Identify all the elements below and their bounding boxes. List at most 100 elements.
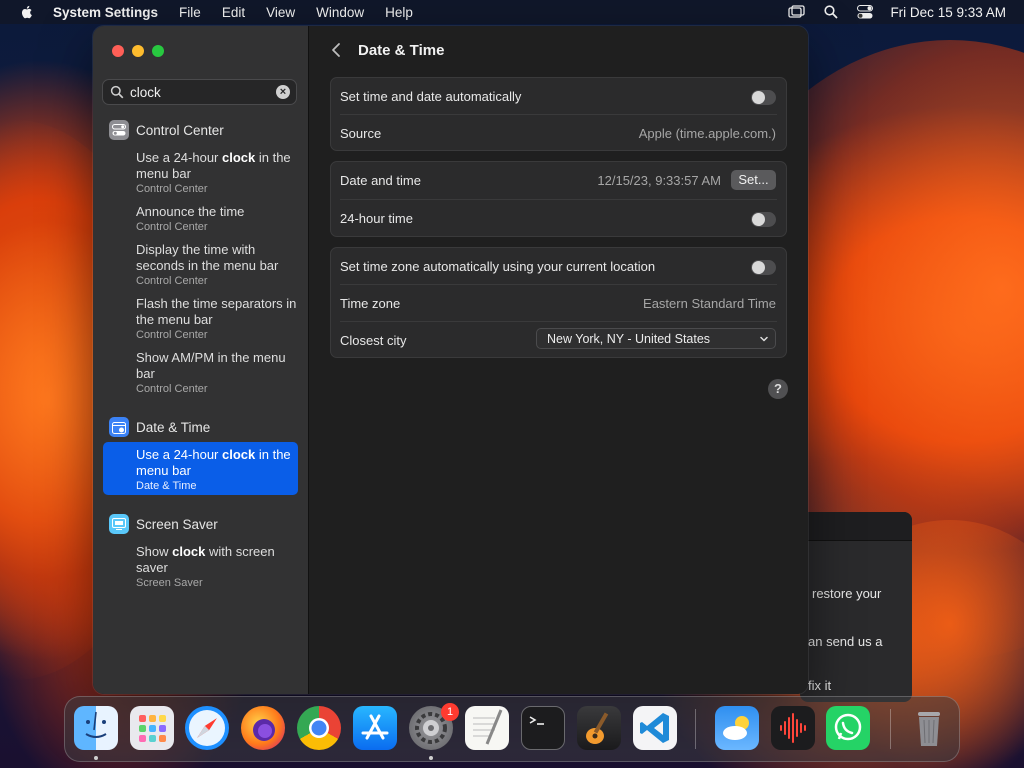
set-date-time-button[interactable]: Set...: [731, 170, 776, 190]
menu-file[interactable]: File: [179, 5, 201, 20]
search-result-item-selected[interactable]: Use a 24-hour clock in the menu bar Date…: [136, 447, 301, 493]
sidebar-category-label: Control Center: [136, 122, 224, 138]
row-set-time-automatically: Set time and date automatically: [331, 78, 786, 115]
dock-textedit-icon[interactable]: [465, 706, 509, 750]
result-text: Show AM/PM in the menu bar: [136, 350, 286, 381]
back-chevron-icon[interactable]: [329, 42, 343, 58]
chevron-down-icon: [760, 336, 768, 342]
result-subtitle: Control Center: [136, 383, 208, 395]
page-title: Date & Time: [358, 42, 445, 59]
date-time-icon: [109, 417, 129, 437]
help-button[interactable]: ?: [768, 379, 788, 399]
24-hour-time-toggle[interactable]: [751, 212, 776, 227]
toggle-knob: [752, 213, 765, 226]
dock-vscode-icon[interactable]: [633, 706, 677, 750]
spotlight-search-icon[interactable]: [822, 4, 840, 20]
row-24-hour-time: 24-hour time: [331, 200, 786, 237]
dock-garageband-icon[interactable]: [577, 706, 621, 750]
row-date-and-time: Date and time 12/15/23, 9:33:57 AM Set..…: [331, 162, 786, 199]
menu-help[interactable]: Help: [385, 5, 413, 20]
menu-edit[interactable]: Edit: [222, 5, 245, 20]
closest-city-select[interactable]: New York, NY - United States: [536, 328, 776, 349]
result-text: Announce the time: [136, 204, 245, 219]
dock-safari-icon[interactable]: [185, 706, 229, 750]
sidebar: clock × Control Center Use a 24-hour clo…: [93, 26, 309, 694]
dock-app-store-icon[interactable]: [353, 706, 397, 750]
result-subtitle: Date & Time: [136, 480, 197, 492]
search-result-item[interactable]: Flash the time separators in the menu ba…: [136, 296, 301, 342]
settings-group-date-time: Date and time 12/15/23, 9:33:57 AM Set..…: [330, 161, 787, 237]
background-window-text: fix it: [808, 678, 832, 693]
dock-trash-icon[interactable]: [907, 706, 951, 750]
sidebar-category-date-time[interactable]: Date & Time: [109, 417, 210, 437]
menu-bar-clock[interactable]: Fri Dec 15 9:33 AM: [890, 5, 1006, 20]
search-result-item[interactable]: Display the time with seconds in the men…: [136, 242, 301, 288]
result-subtitle: Control Center: [136, 221, 208, 233]
search-input[interactable]: clock: [130, 85, 161, 100]
search-result-item[interactable]: Use a 24-hour clock in the menu bar Cont…: [136, 150, 301, 196]
row-closest-city: Closest city New York, NY - United State…: [331, 322, 786, 359]
row-label: Closest city: [340, 333, 407, 348]
zoom-window-button[interactable]: [152, 45, 164, 57]
dock-whatsapp-icon[interactable]: [826, 706, 870, 750]
system-settings-window: clock × Control Center Use a 24-hour clo…: [93, 26, 808, 694]
menu-bar: System Settings File Edit View Window He…: [0, 0, 1024, 24]
source-value: Apple (time.apple.com.): [638, 126, 776, 141]
result-text: Show: [136, 544, 173, 559]
time-zone-value: Eastern Standard Time: [643, 296, 776, 311]
toggle-knob: [752, 91, 765, 104]
row-time-zone: Time zone Eastern Standard Time: [331, 285, 786, 322]
settings-group-time-zone: Set time zone automatically using your c…: [330, 247, 787, 358]
toggle-knob: [752, 261, 765, 274]
result-subtitle: Control Center: [136, 183, 208, 195]
background-window-text: restore your: [812, 586, 882, 601]
screen-mirroring-icon[interactable]: [788, 4, 806, 20]
settings-group-automatic-time: Set time and date automatically Source A…: [330, 77, 787, 151]
result-text: Flash the time separators in the menu ba…: [136, 296, 297, 327]
search-field[interactable]: clock ×: [102, 79, 297, 105]
sidebar-category-label: Screen Saver: [136, 516, 218, 532]
row-source: Source Apple (time.apple.com.): [331, 115, 786, 152]
row-label: Source: [340, 126, 382, 141]
row-label: Set time zone automatically using your c…: [340, 259, 656, 274]
dock-chrome-icon[interactable]: [297, 706, 341, 750]
result-match: clock: [172, 544, 206, 559]
dock: 1: [64, 696, 960, 762]
settings-pane: Date & Time Set time and date automatica…: [309, 26, 808, 694]
menu-app-name[interactable]: System Settings: [53, 5, 158, 20]
search-result-item[interactable]: Announce the time Control Center: [136, 204, 301, 234]
dock-finder-icon[interactable]: [74, 706, 118, 750]
row-label: Date and time: [340, 173, 421, 188]
notification-badge: 1: [441, 703, 459, 721]
result-text: Use a 24-hour: [136, 150, 222, 165]
search-result-item[interactable]: Show AM/PM in the menu bar Control Cente…: [136, 350, 301, 396]
search-result-item[interactable]: Show clock with screen saver Screen Save…: [136, 544, 301, 590]
background-window[interactable]: restore your an send us a fix it: [800, 512, 912, 702]
result-subtitle: Control Center: [136, 329, 208, 341]
result-subtitle: Screen Saver: [136, 577, 203, 589]
minimize-window-button[interactable]: [132, 45, 144, 57]
menu-window[interactable]: Window: [316, 5, 364, 20]
sidebar-category-label: Date & Time: [136, 419, 211, 435]
dock-voice-memos-icon[interactable]: [771, 706, 815, 750]
menu-view[interactable]: View: [266, 5, 295, 20]
running-indicator: [429, 756, 433, 760]
apple-menu-icon[interactable]: [19, 4, 35, 20]
clear-search-icon[interactable]: ×: [276, 85, 290, 99]
result-match: clock: [222, 150, 256, 165]
row-auto-time-zone: Set time zone automatically using your c…: [331, 248, 786, 285]
sidebar-category-screen-saver[interactable]: Screen Saver: [109, 514, 218, 534]
sidebar-category-control-center[interactable]: Control Center: [109, 120, 224, 140]
dock-launchpad-icon[interactable]: [130, 706, 174, 750]
control-center-icon[interactable]: [856, 4, 874, 20]
auto-time-toggle[interactable]: [751, 90, 776, 105]
result-text: Display the time with seconds in the men…: [136, 242, 279, 273]
auto-time-zone-toggle[interactable]: [751, 260, 776, 275]
dock-separator: [890, 709, 891, 749]
dock-weather-icon[interactable]: [715, 706, 759, 750]
dock-separator: [695, 709, 696, 749]
dock-terminal-icon[interactable]: [521, 706, 565, 750]
close-window-button[interactable]: [112, 45, 124, 57]
result-subtitle: Control Center: [136, 275, 208, 287]
dock-firefox-icon[interactable]: [241, 706, 285, 750]
